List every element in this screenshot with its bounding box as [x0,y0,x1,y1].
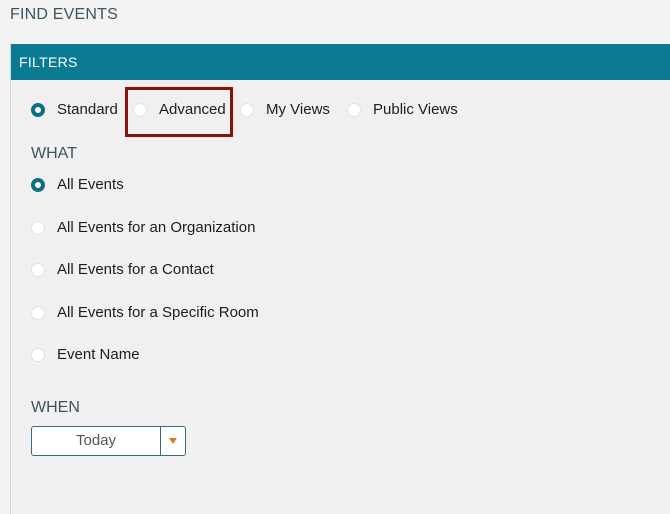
dropdown-toggle[interactable] [161,427,185,455]
what-option-label: All Events for an Organization [57,219,256,236]
when-select[interactable]: Today [31,426,186,456]
radio-unselected-icon [31,305,45,320]
radio-selected-icon [31,177,45,192]
what-radio-event-name[interactable]: Event Name [31,346,140,363]
caret-down-icon [169,438,177,444]
radio-unselected-icon [240,102,254,117]
mode-radio-public-views[interactable]: Public Views [347,101,458,118]
advanced-highlight-box [125,87,233,137]
radio-unselected-icon [347,102,361,117]
what-radio-specific-room[interactable]: All Events for a Specific Room [31,304,259,321]
mode-radio-standard[interactable]: Standard [31,101,118,118]
what-section-label: WHAT [31,145,77,162]
radio-unselected-icon [31,220,45,235]
mode-label-standard: Standard [57,101,118,118]
radio-selected-icon [31,102,45,117]
when-select-value: Today [32,427,161,455]
radio-unselected-icon [31,262,45,277]
what-radio-all-events[interactable]: All Events [31,176,124,193]
page-title: FIND EVENTS [10,6,118,23]
what-radio-contact[interactable]: All Events for a Contact [31,261,214,278]
mode-label-public-views: Public Views [373,101,458,118]
what-option-label: All Events [57,176,124,193]
radio-unselected-icon [31,347,45,362]
filters-header: FILTERS [11,44,670,80]
filters-panel: FILTERS Standard Advanced My Views Publi… [10,44,670,514]
what-option-label: Event Name [57,346,140,363]
what-radio-organization[interactable]: All Events for an Organization [31,219,255,236]
mode-label-my-views: My Views [266,101,330,118]
mode-radio-my-views[interactable]: My Views [240,101,330,118]
what-option-label: All Events for a Specific Room [57,304,259,321]
what-option-label: All Events for a Contact [57,261,214,278]
when-section-label: WHEN [31,399,80,416]
